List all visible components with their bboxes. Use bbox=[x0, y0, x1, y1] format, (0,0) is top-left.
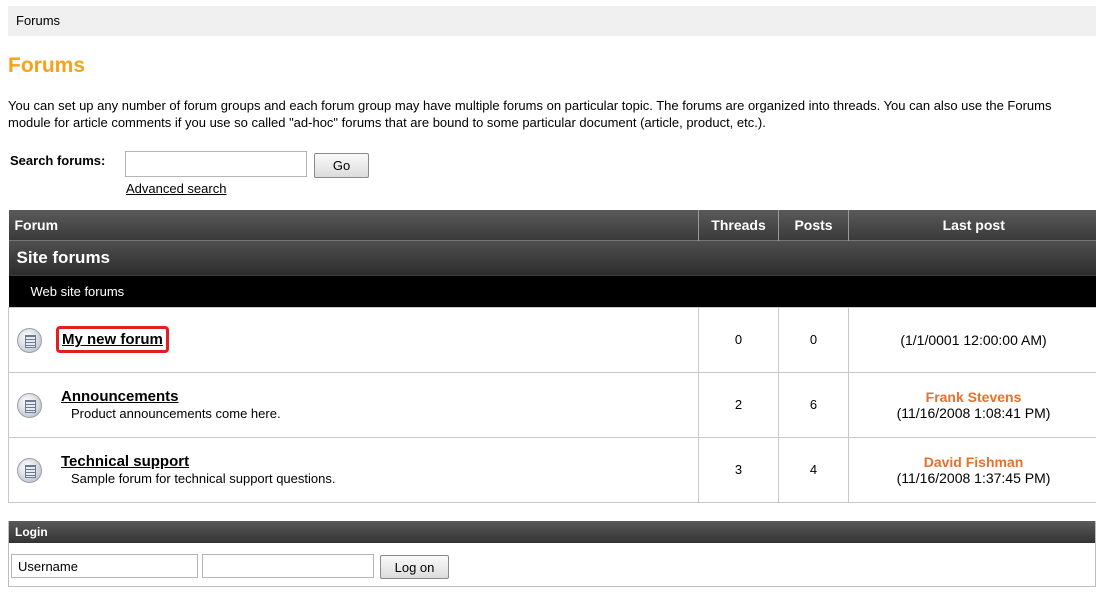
header-posts: Posts bbox=[778, 210, 849, 240]
group-row: Site forums bbox=[8, 239, 1096, 276]
threads-count: 2 bbox=[698, 371, 779, 438]
forum-cell: Technical support Sample forum for techn… bbox=[8, 436, 699, 503]
go-button[interactable]: Go bbox=[314, 153, 369, 178]
table-row: Announcements Product announcements come… bbox=[8, 371, 1096, 438]
forums-table: Forum Threads Posts Last post Site forum… bbox=[8, 210, 1096, 503]
group-name: Site forums bbox=[8, 239, 1096, 276]
header-last-post: Last post bbox=[848, 210, 1096, 240]
forum-link-announcements[interactable]: Announcements bbox=[61, 388, 179, 405]
last-post-date: (1/1/0001 12:00:00 AM) bbox=[900, 331, 1047, 348]
threads-count: 3 bbox=[698, 436, 779, 503]
group-description: Web site forums bbox=[8, 276, 1096, 307]
last-post-date: (11/16/2008 1:08:41 PM) bbox=[896, 404, 1051, 421]
breadcrumb: Forums bbox=[8, 6, 1096, 36]
forum-document-icon bbox=[17, 457, 42, 483]
forum-cell: My new forum bbox=[8, 306, 699, 373]
page-title: Forums bbox=[8, 54, 86, 77]
forum-document-icon bbox=[17, 327, 42, 353]
posts-count: 0 bbox=[778, 306, 849, 373]
threads-count: 0 bbox=[698, 306, 779, 373]
last-post-date: (11/16/2008 1:37:45 PM) bbox=[896, 469, 1051, 486]
intro-text: You can set up any number of forum group… bbox=[8, 98, 1052, 130]
password-field[interactable] bbox=[202, 554, 374, 578]
username-field[interactable] bbox=[11, 554, 198, 578]
last-poster-link[interactable]: David Fishman bbox=[850, 454, 1096, 470]
posts-count: 4 bbox=[778, 436, 849, 503]
table-row: My new forum 0 0 (1/1/0001 12:00:00 AM) bbox=[8, 306, 1096, 373]
last-poster-link[interactable]: Frank Stevens bbox=[850, 389, 1096, 405]
advanced-search-link[interactable]: Advanced search bbox=[126, 181, 226, 196]
login-panel: Login Log on bbox=[8, 521, 1096, 587]
forum-description: Product announcements come here. bbox=[71, 406, 281, 421]
search-label: Search forums: bbox=[10, 153, 106, 168]
header-threads: Threads bbox=[698, 210, 779, 240]
forum-link-my-new-forum[interactable]: My new forum bbox=[56, 326, 169, 353]
last-post-cell: (1/1/0001 12:00:00 AM) bbox=[848, 306, 1096, 373]
forum-cell: Announcements Product announcements come… bbox=[8, 371, 699, 438]
group-description-row: Web site forums bbox=[8, 276, 1096, 307]
logon-button[interactable]: Log on bbox=[380, 555, 449, 579]
forum-link-technical-support[interactable]: Technical support bbox=[61, 453, 189, 470]
header-forum: Forum bbox=[8, 210, 699, 240]
forum-document-icon bbox=[17, 392, 42, 418]
forum-description: Sample forum for technical support quest… bbox=[71, 471, 336, 486]
login-title: Login bbox=[9, 521, 1095, 543]
table-row: Technical support Sample forum for techn… bbox=[8, 436, 1096, 503]
last-post-cell: David Fishman (11/16/2008 1:37:45 PM) bbox=[848, 436, 1096, 503]
last-post-cell: Frank Stevens (11/16/2008 1:08:41 PM) bbox=[848, 371, 1096, 438]
table-header-row: Forum Threads Posts Last post bbox=[8, 210, 1096, 240]
search-input[interactable] bbox=[125, 151, 307, 177]
posts-count: 6 bbox=[778, 371, 849, 438]
